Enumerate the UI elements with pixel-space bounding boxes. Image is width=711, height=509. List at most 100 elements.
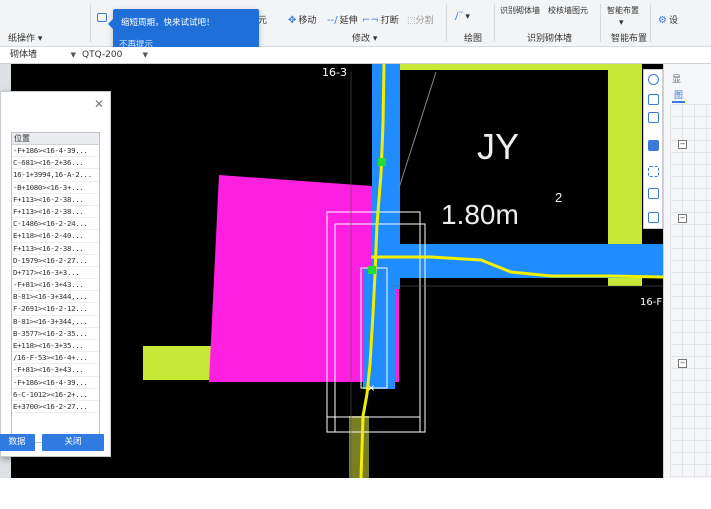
tooltip-message: 缩短周期，快来试试吧！ [121, 18, 215, 28]
break-button[interactable]: ⌐¬ 打断 [362, 13, 399, 26]
table-row[interactable]: C-681><16-2+36... [12, 157, 99, 170]
table-row[interactable]: F+113><16-2-38... [12, 206, 99, 219]
collapse-icon[interactable]: − [678, 140, 687, 149]
close-icon[interactable]: ✕ [94, 97, 104, 111]
column-header: 位置 [12, 133, 99, 145]
axis-label-right: 16-F [640, 297, 662, 308]
chevron-down-icon: ▾ [372, 34, 378, 44]
identify-group-label: 识别砌体墙 [527, 34, 573, 44]
settings-icon: ⚙ [658, 15, 667, 26]
room-area-superscript: 2 [555, 190, 562, 205]
location-table: 位置 -F+186><16-4-39... C-681><16-2+36... 16… [11, 132, 100, 443]
ribbon-separator [446, 4, 447, 42]
collapse-icon[interactable]: − [678, 214, 687, 223]
table-row[interactable]: -B+1080><16-3+... [12, 182, 99, 194]
drawing-ops-label: 纸操作 [8, 34, 36, 44]
split-label: 分割 [415, 16, 434, 26]
close-button[interactable]: 关闭 [42, 434, 104, 451]
break-icon: ⌐¬ [362, 15, 379, 26]
room-name-label: JY [477, 126, 519, 167]
lock-icon[interactable] [97, 13, 107, 22]
solid-cube-icon[interactable] [648, 140, 659, 151]
layers-icon[interactable] [648, 212, 659, 223]
cross-marker: × [367, 383, 375, 394]
identify-wall-button[interactable]: 识别砌体墙 [500, 5, 540, 16]
modify-group-label: 修改 [352, 34, 371, 44]
table-row[interactable]: B-81><16-3+344,... [12, 291, 99, 304]
ribbon-separator [494, 4, 495, 42]
table-row[interactable]: F+113><16-2-38... [12, 243, 99, 255]
settings-label: 设 [668, 16, 678, 26]
table-body: -F+186><16-4-39... C-681><16-2+36... 16-1+… [12, 145, 99, 414]
break-label: 打断 [380, 16, 399, 26]
move-label: 移动 [298, 16, 317, 26]
table-row[interactable]: D+717><16-3+3... [12, 267, 99, 280]
status-area [0, 478, 711, 509]
component-value: QTQ-200 [82, 50, 123, 60]
cube-icon[interactable] [648, 112, 659, 123]
table-row[interactable]: -F+186><16-4-39... [12, 377, 99, 389]
move-icon: ✥ [288, 15, 297, 26]
arc-icon: /˜ [455, 11, 464, 22]
table-row[interactable]: B-81><16-3+344,... [12, 316, 99, 328]
rect-view-icon[interactable] [648, 94, 659, 105]
tooltip-arrow [108, 19, 113, 29]
drawing-ops-group[interactable]: 纸操作 ▾ [8, 31, 42, 44]
panel-list [670, 104, 711, 478]
extend-icon: --/ [327, 15, 338, 26]
partial-element-label: 元 [258, 16, 268, 26]
table-row[interactable]: -F+186><16-4-39... [12, 145, 99, 158]
chevron-down-icon: ▾ [37, 34, 43, 44]
grip-point[interactable] [368, 266, 376, 274]
smart-layout-label: 智能布置 [607, 6, 639, 15]
split-button[interactable]: ⬚分割 [407, 13, 434, 26]
table-row[interactable]: -F+81><16-3+43... [12, 364, 99, 377]
table-row[interactable]: C-1486><16-2-24... [12, 218, 99, 231]
draw-button[interactable]: /˜ ▾ [455, 11, 470, 22]
ribbon-separator [90, 4, 91, 42]
table-row[interactable]: E+3700><16-2-27... [12, 401, 99, 414]
table-row[interactable]: E+118><16-3+35... [12, 340, 99, 353]
eye-icon[interactable] [648, 188, 659, 199]
tab-layers[interactable]: 图 [672, 88, 686, 103]
display-settings-panel: 显 图 − − − [663, 64, 711, 478]
orbit-icon[interactable] [648, 74, 659, 85]
ribbon-separator [600, 4, 601, 42]
chevron-down-icon[interactable]: ▾ [619, 18, 624, 28]
table-row[interactable]: /16-F-53><16-4+... [12, 352, 99, 365]
draw-group-label: 绘图 [464, 34, 483, 44]
settings-button[interactable]: ⚙ 设 [658, 13, 678, 26]
ribbon-toolbar: 纸操作 ▾ 元 ✥ 移动 --/延伸 ⌐¬ 打断 ⬚分割 修改 ▾ /˜ ▾ 绘图 识… [0, 0, 711, 47]
check-wall-button[interactable]: 校核墙图元 [548, 5, 588, 16]
panel-header: 显 [672, 75, 682, 85]
move-button[interactable]: ✥ 移动 [288, 13, 316, 26]
feature-tooltip: 缩短周期，快来试试吧！ 不再提示 [108, 9, 259, 51]
chevron-down-icon: ▼ [142, 51, 148, 59]
location-list-dialog: ✕ 位置 -F+186><16-4-39... C-681><16-2+36...… [0, 91, 111, 457]
zoom-extents-icon[interactable] [648, 166, 659, 177]
chevron-down-icon: ▾ [465, 12, 470, 22]
component-selector-bar: 砌体墙 ▼ QTQ-200 ▼ [0, 47, 711, 64]
collapse-icon[interactable]: − [678, 359, 687, 368]
table-row[interactable]: B-3577><16-2-35... [12, 328, 99, 340]
table-row[interactable]: F-2691><16-2-12... [12, 303, 99, 316]
table-row[interactable]: F+113><16-2-38... [12, 194, 99, 206]
view-toolbar [643, 69, 663, 229]
modify-group[interactable]: 修改 ▾ [352, 31, 377, 44]
table-row[interactable]: D-1979><16-2-27... [12, 255, 99, 267]
smart-group-label: 智能布置 [611, 34, 648, 44]
grip-point[interactable] [378, 158, 386, 166]
table-row[interactable]: 6-C-1012><16-2+... [12, 389, 99, 401]
axis-label-top: 16-3 [322, 66, 347, 79]
category-select[interactable]: 砌体墙 ▼ [0, 49, 78, 62]
ribbon-separator [650, 4, 651, 42]
data-button[interactable]: 数据 [0, 434, 35, 451]
room-area-label: 1.80m [441, 199, 519, 230]
extend-button[interactable]: --/延伸 [327, 13, 358, 26]
component-select[interactable]: QTQ-200 ▼ [72, 49, 150, 62]
table-row[interactable]: -F+81><16-3+43... [12, 279, 99, 292]
smart-layout-button[interactable]: 智能布置 [607, 5, 639, 16]
wall-bottom[interactable] [349, 416, 369, 478]
table-row[interactable]: E+118><16-2-40... [12, 230, 99, 243]
table-row[interactable]: 16-1+3994,16-A-2... [12, 169, 99, 182]
